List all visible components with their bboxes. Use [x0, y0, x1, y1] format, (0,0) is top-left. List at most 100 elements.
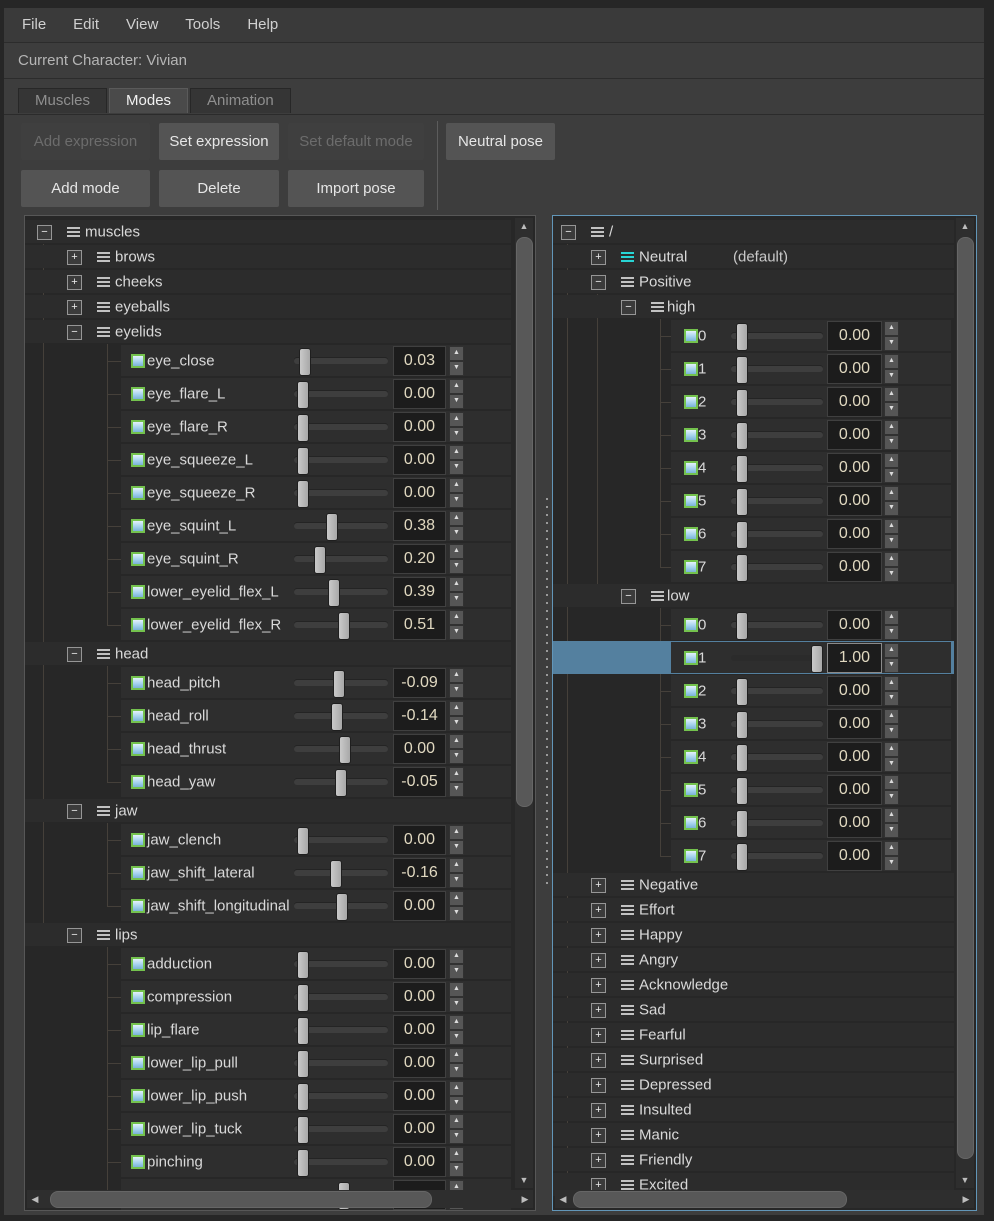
expand-icon[interactable]: +: [591, 1003, 606, 1018]
slider-handle[interactable]: [736, 711, 748, 739]
spin-down-icon[interactable]: ▼: [449, 1030, 464, 1045]
slider-handle[interactable]: [736, 843, 748, 871]
spin-up-icon[interactable]: ▲: [449, 445, 464, 460]
vertical-scroll-thumb[interactable]: [516, 237, 533, 807]
value-slider[interactable]: [294, 670, 388, 696]
drag-handle-icon[interactable]: [97, 277, 110, 287]
mode-tree-row-4[interactable]: 40.00▲▼: [553, 740, 976, 773]
drag-handle-icon[interactable]: [621, 1080, 634, 1090]
muscle-tree-row-lower_lip_tuck[interactable]: lower_lip_tuck0.00▲▼: [25, 1112, 535, 1145]
spin-up-icon[interactable]: ▲: [884, 354, 899, 369]
spin-down-icon[interactable]: ▼: [449, 1162, 464, 1177]
spin-up-icon[interactable]: ▲: [884, 709, 899, 724]
spin-down-icon[interactable]: ▼: [449, 394, 464, 409]
mode-tree-row-low[interactable]: −low: [553, 583, 976, 608]
spin-down-icon[interactable]: ▼: [449, 625, 464, 640]
spin-down-icon[interactable]: ▼: [449, 683, 464, 698]
spin-up-icon[interactable]: ▲: [884, 420, 899, 435]
muscle-checkbox[interactable]: [684, 560, 698, 574]
muscle-checkbox[interactable]: [684, 428, 698, 442]
muscle-checkbox[interactable]: [684, 362, 698, 376]
spin-up-icon[interactable]: ▲: [449, 891, 464, 906]
muscle-checkbox[interactable]: [131, 552, 145, 566]
slider-handle[interactable]: [297, 1149, 309, 1177]
value-spinbox[interactable]: 0.03: [393, 346, 446, 376]
drag-handle-icon[interactable]: [97, 252, 110, 262]
mode-tree-row-sad[interactable]: +Sad: [553, 997, 976, 1022]
muscle-checkbox[interactable]: [684, 461, 698, 475]
value-slider[interactable]: [294, 381, 388, 407]
collapse-icon[interactable]: −: [67, 804, 82, 819]
value-slider[interactable]: [294, 1050, 388, 1076]
spin-down-icon[interactable]: ▼: [884, 567, 899, 582]
value-slider[interactable]: [294, 827, 388, 853]
muscle-checkbox[interactable]: [684, 750, 698, 764]
spin-up-icon[interactable]: ▲: [449, 1048, 464, 1063]
delete-button[interactable]: Delete: [159, 170, 279, 207]
spin-down-icon[interactable]: ▼: [449, 1096, 464, 1111]
value-spinbox[interactable]: 0.00: [393, 412, 446, 442]
vertical-scrollbar[interactable]: ▲▼: [515, 218, 533, 1188]
muscle-checkbox[interactable]: [131, 742, 145, 756]
drag-handle-icon[interactable]: [97, 302, 110, 312]
drag-handle-icon[interactable]: [621, 1030, 634, 1040]
muscle-checkbox[interactable]: [684, 849, 698, 863]
value-spinbox[interactable]: 0.20: [393, 544, 446, 574]
expand-icon[interactable]: +: [591, 953, 606, 968]
muscle-tree-row-eye_flare_r[interactable]: eye_flare_R0.00▲▼: [25, 410, 535, 443]
drag-handle-icon[interactable]: [621, 277, 634, 287]
spin-down-icon[interactable]: ▼: [449, 493, 464, 508]
value-slider[interactable]: [731, 744, 823, 770]
muscle-checkbox[interactable]: [684, 684, 698, 698]
scroll-left-icon[interactable]: ◀: [555, 1190, 571, 1208]
muscle-checkbox[interactable]: [684, 717, 698, 731]
spin-up-icon[interactable]: ▲: [884, 610, 899, 625]
slider-handle[interactable]: [736, 810, 748, 838]
collapse-icon[interactable]: −: [67, 325, 82, 340]
slider-track[interactable]: [294, 523, 388, 529]
expand-icon[interactable]: +: [67, 275, 82, 290]
collapse-icon[interactable]: −: [561, 225, 576, 240]
drag-handle-icon[interactable]: [97, 649, 110, 659]
muscle-checkbox[interactable]: [131, 1056, 145, 1070]
value-spinbox[interactable]: 0.00: [827, 775, 882, 805]
horizontal-scrollbar[interactable]: ◀▶: [27, 1190, 533, 1208]
value-slider[interactable]: [731, 612, 823, 638]
expand-icon[interactable]: +: [591, 903, 606, 918]
collapse-icon[interactable]: −: [591, 275, 606, 290]
value-slider[interactable]: [731, 521, 823, 547]
value-slider[interactable]: [731, 843, 823, 869]
spin-up-icon[interactable]: ▲: [884, 808, 899, 823]
value-spinbox[interactable]: 0.00: [827, 709, 882, 739]
muscle-checkbox[interactable]: [684, 651, 698, 665]
spin-down-icon[interactable]: ▼: [449, 460, 464, 475]
scroll-up-icon[interactable]: ▲: [515, 218, 533, 234]
slider-handle[interactable]: [328, 579, 340, 607]
drag-handle-icon[interactable]: [97, 930, 110, 940]
value-slider[interactable]: [294, 612, 388, 638]
mode-tree-row-2[interactable]: 20.00▲▼: [553, 385, 976, 418]
muscle-checkbox[interactable]: [131, 486, 145, 500]
expand-icon[interactable]: +: [591, 1103, 606, 1118]
muscle-tree-row-lower_lip_push[interactable]: lower_lip_push0.00▲▼: [25, 1079, 535, 1112]
mode-tree-row-insulted[interactable]: +Insulted: [553, 1097, 976, 1122]
scroll-right-icon[interactable]: ▶: [517, 1190, 533, 1208]
tab-animation[interactable]: Animation: [190, 88, 291, 113]
import-pose-button[interactable]: Import pose: [288, 170, 424, 207]
menu-item-view[interactable]: View: [126, 8, 158, 42]
value-spinbox[interactable]: 0.00: [393, 982, 446, 1012]
value-spinbox[interactable]: 0.00: [827, 676, 882, 706]
value-slider[interactable]: [294, 736, 388, 762]
muscle-tree-row-jaw_shift_lateral[interactable]: jaw_shift_lateral-0.16▲▼: [25, 856, 535, 889]
slider-handle[interactable]: [335, 769, 347, 797]
value-slider[interactable]: [294, 984, 388, 1010]
value-slider[interactable]: [731, 455, 823, 481]
value-spinbox[interactable]: 0.38: [393, 511, 446, 541]
mode-tree-row-6[interactable]: 60.00▲▼: [553, 517, 976, 550]
muscle-checkbox[interactable]: [131, 676, 145, 690]
muscle-checkbox[interactable]: [684, 816, 698, 830]
menu-item-edit[interactable]: Edit: [73, 8, 99, 42]
spin-up-icon[interactable]: ▲: [449, 825, 464, 840]
slider-handle[interactable]: [736, 422, 748, 450]
panel-splitter-handle[interactable]: [546, 498, 548, 886]
